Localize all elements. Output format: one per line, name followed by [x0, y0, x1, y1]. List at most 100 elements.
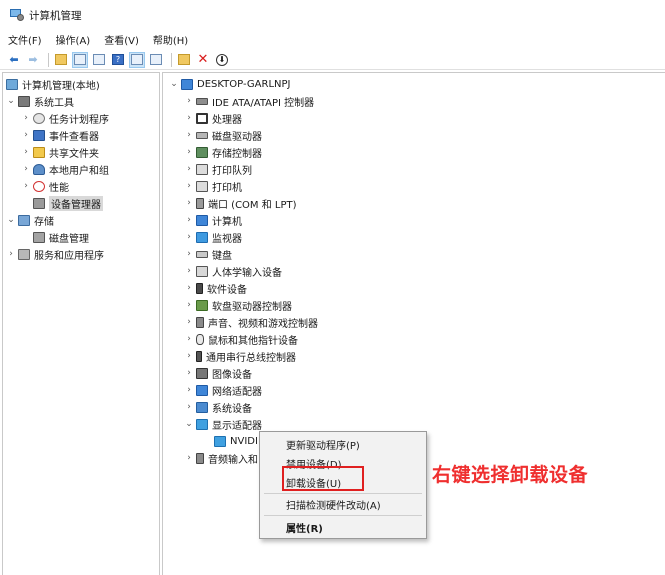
tree-item-event-viewer[interactable]: › 事件查看器: [21, 127, 99, 143]
device-category[interactable]: › 存储控制器: [184, 144, 262, 160]
uninstall-x-icon[interactable]: ✕: [195, 52, 211, 68]
view-icon[interactable]: [129, 51, 145, 68]
chevron-right-icon[interactable]: ›: [184, 130, 194, 140]
device-category[interactable]: › 音频输入和: [184, 450, 258, 466]
chevron-right-icon[interactable]: ›: [184, 368, 194, 378]
chevron-right-icon[interactable]: ›: [184, 181, 194, 191]
tree-item-storage[interactable]: ⌄ 存储: [6, 212, 54, 228]
device-category[interactable]: › 软件设备: [184, 280, 247, 296]
menu-help[interactable]: 帮助(H): [153, 32, 188, 47]
chevron-down-icon[interactable]: ⌄: [184, 419, 194, 429]
chevron-right-icon[interactable]: ›: [21, 113, 31, 123]
device-tree-root[interactable]: ⌄ DESKTOP-GARLNPJ: [169, 76, 290, 92]
performance-icon: [33, 180, 45, 192]
storage-controller-icon: [196, 146, 208, 158]
tree-item-local-users[interactable]: › 本地用户和组: [21, 161, 109, 177]
device-category[interactable]: › 图像设备: [184, 365, 252, 381]
menu-item-update-driver[interactable]: 更新驱动程序(P): [286, 437, 360, 452]
device-manager-icon: [33, 197, 45, 209]
event-viewer-icon: [33, 129, 45, 141]
chevron-right-icon[interactable]: ›: [184, 147, 194, 157]
chevron-right-icon[interactable]: ›: [184, 266, 194, 276]
computer-management-icon: [10, 9, 24, 21]
device-category[interactable]: › 声音、视频和游戏控制器: [184, 314, 318, 330]
storage-icon: [18, 214, 30, 226]
disk-management-icon: [33, 231, 45, 243]
device-category[interactable]: › 打印队列: [184, 161, 252, 177]
chevron-right-icon[interactable]: ›: [184, 334, 194, 344]
chevron-right-icon[interactable]: ›: [184, 317, 194, 327]
device-category[interactable]: › 通用串行总线控制器: [184, 348, 296, 364]
chevron-down-icon[interactable]: ⌄: [6, 96, 16, 106]
display-adapter-icon: [196, 418, 208, 430]
device-category[interactable]: › 磁盘驱动器: [184, 127, 262, 143]
device-category[interactable]: › 处理器: [184, 110, 242, 126]
device-category[interactable]: › IDE ATA/ATAPI 控制器: [184, 93, 314, 109]
device-category[interactable]: › 打印机: [184, 178, 242, 194]
chevron-right-icon[interactable]: ›: [184, 96, 194, 106]
chevron-right-icon[interactable]: ›: [184, 300, 194, 310]
chevron-right-icon[interactable]: ›: [184, 249, 194, 259]
forward-arrow-icon[interactable]: ➡: [25, 52, 41, 68]
chevron-right-icon[interactable]: ›: [184, 215, 194, 225]
chevron-right-icon[interactable]: ›: [184, 164, 194, 174]
device-category[interactable]: ⌄ 显示适配器: [184, 416, 262, 432]
device-category[interactable]: › 鼠标和其他指针设备: [184, 331, 298, 347]
software-device-icon: [196, 282, 203, 294]
help-icon[interactable]: ?: [110, 52, 126, 68]
chevron-right-icon[interactable]: ›: [184, 453, 194, 463]
back-arrow-icon[interactable]: ⬅: [6, 52, 22, 68]
menu-file[interactable]: 文件(F): [8, 32, 42, 47]
download-icon[interactable]: ⬇: [214, 52, 230, 68]
device-category[interactable]: › 端口 (COM 和 LPT): [184, 195, 297, 211]
tree-item-services-apps[interactable]: › 服务和应用程序: [6, 246, 104, 262]
properties-icon[interactable]: [91, 52, 107, 68]
monitor-icon: [196, 231, 208, 243]
print-queue-icon: [196, 163, 208, 175]
chevron-down-icon[interactable]: ⌄: [169, 79, 179, 89]
window-title: 计算机管理: [29, 9, 82, 22]
shared-folder-icon: [33, 146, 45, 158]
menu-action[interactable]: 操作(A): [56, 32, 91, 47]
device-category[interactable]: › 系统设备: [184, 399, 252, 415]
menu-view[interactable]: 查看(V): [104, 32, 139, 47]
tree-item-disk-management[interactable]: 磁盘管理: [33, 229, 89, 245]
chevron-right-icon[interactable]: ›: [21, 181, 31, 191]
scan-hardware-icon[interactable]: [148, 52, 164, 68]
up-folder-icon[interactable]: [53, 52, 69, 68]
chevron-right-icon[interactable]: ›: [184, 351, 194, 361]
device-item-nvidia[interactable]: NVIDI: [214, 433, 258, 449]
device-category[interactable]: › 软盘驱动器控制器: [184, 297, 292, 313]
chevron-right-icon[interactable]: ›: [21, 130, 31, 140]
menu-item-scan-hardware[interactable]: 扫描检测硬件改动(A): [286, 497, 381, 512]
tree-item-shared-folders[interactable]: › 共享文件夹: [21, 144, 99, 160]
computer-icon: [196, 214, 208, 226]
tree-item-system-tools[interactable]: ⌄ 系统工具: [6, 93, 74, 109]
menu-item-properties[interactable]: 属性(R): [286, 520, 323, 535]
device-category[interactable]: › 网络适配器: [184, 382, 262, 398]
chevron-right-icon[interactable]: ›: [184, 402, 194, 412]
chevron-right-icon[interactable]: ›: [184, 198, 194, 208]
device-category[interactable]: › 人体学输入设备: [184, 263, 282, 279]
device-category[interactable]: › 键盘: [184, 246, 232, 262]
highlight-box: [282, 466, 364, 491]
chevron-right-icon[interactable]: ›: [184, 113, 194, 123]
tree-item-computer-management[interactable]: 计算机管理(本地): [6, 76, 100, 92]
hid-icon: [196, 265, 208, 277]
device-category[interactable]: › 计算机: [184, 212, 242, 228]
show-hide-tree-icon[interactable]: [72, 51, 88, 68]
chevron-down-icon[interactable]: ⌄: [6, 215, 16, 225]
tree-item-device-manager[interactable]: 设备管理器: [33, 195, 103, 211]
update-driver-icon[interactable]: [176, 52, 192, 68]
title-bar: 计算机管理: [0, 0, 665, 30]
chevron-right-icon[interactable]: ›: [184, 232, 194, 242]
chevron-right-icon[interactable]: ›: [184, 283, 194, 293]
chevron-right-icon[interactable]: ›: [21, 147, 31, 157]
tree-item-task-scheduler[interactable]: › 任务计划程序: [21, 110, 109, 126]
device-category[interactable]: › 监视器: [184, 229, 242, 245]
chevron-right-icon[interactable]: ›: [184, 385, 194, 395]
chevron-right-icon[interactable]: ›: [6, 249, 16, 259]
tree-item-performance[interactable]: › 性能: [21, 178, 69, 194]
chevron-right-icon[interactable]: ›: [21, 164, 31, 174]
annotation-text: 右键选择卸载设备: [432, 464, 589, 486]
